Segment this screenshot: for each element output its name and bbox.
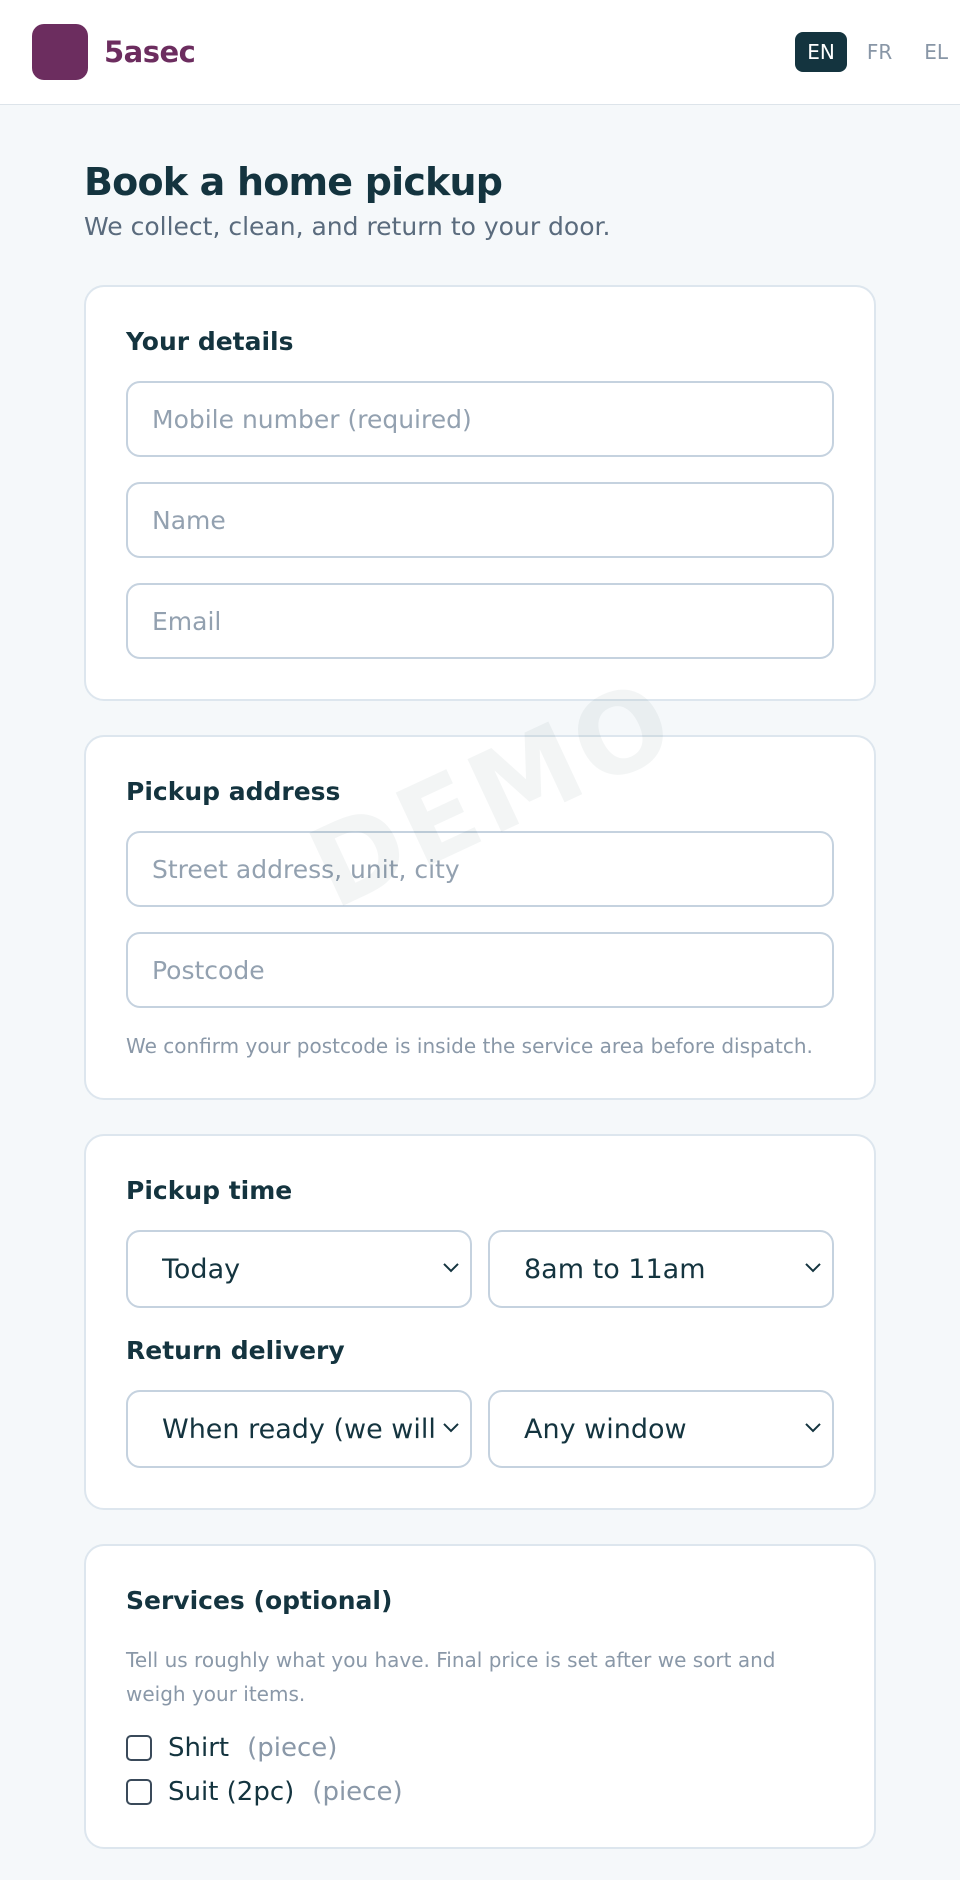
service-unit: (piece) — [312, 1777, 403, 1807]
return-delivery-title: Return delivery — [126, 1336, 345, 1365]
pickup-day-value: Today — [162, 1253, 241, 1285]
services-description: Tell us roughly what you have. Final pri… — [126, 1648, 776, 1706]
lang-el-button[interactable]: EL — [912, 32, 960, 72]
checkbox-icon[interactable] — [126, 1735, 152, 1761]
pickup-time-title: Pickup time — [126, 1176, 293, 1205]
services-card: Services (optional) Tell us roughly what… — [84, 1544, 876, 1849]
service-unit: (piece) — [247, 1733, 338, 1763]
return-window-select[interactable]: Any window — [488, 1390, 834, 1468]
lang-en-button[interactable]: EN — [795, 32, 847, 72]
pickup-day-select[interactable]: Today — [126, 1230, 472, 1308]
brand[interactable]: 5asec — [32, 24, 196, 80]
checkbox-icon[interactable] — [126, 1779, 152, 1805]
service-label: Shirt — [168, 1733, 230, 1763]
postcode-input[interactable] — [126, 932, 834, 1008]
lang-fr-button[interactable]: FR — [855, 32, 904, 72]
chevron-down-icon — [802, 1256, 824, 1279]
details-title: Your details — [126, 327, 294, 356]
pickup-window-value: 8am to 11am — [524, 1253, 706, 1285]
address-title: Pickup address — [126, 777, 341, 806]
postcode-hint: We confirm your postcode is inside the s… — [126, 1034, 813, 1058]
chevron-down-icon — [440, 1416, 462, 1439]
top-bar: 5asec EN FR EL — [0, 0, 960, 105]
language-switcher: EN FR EL — [795, 32, 960, 72]
brand-name: 5asec — [104, 35, 196, 69]
page-subtitle: We collect, clean, and return to your do… — [84, 212, 611, 241]
service-item-shirt[interactable]: Shirt (piece) — [126, 1733, 834, 1763]
chevron-down-icon — [440, 1256, 462, 1279]
return-day-value: When ready (we will text) — [162, 1413, 436, 1445]
booking-form: Book a home pickup We collect, clean, an… — [0, 160, 960, 1849]
chevron-down-icon — [802, 1416, 824, 1439]
mobile-input[interactable] — [126, 381, 834, 457]
brand-logo — [32, 24, 88, 80]
page-title: Book a home pickup — [84, 160, 503, 204]
address-card: Pickup address We confirm your postcode … — [84, 735, 876, 1100]
return-window-value: Any window — [524, 1413, 687, 1445]
return-day-select[interactable]: When ready (we will text) — [126, 1390, 472, 1468]
service-item-suit[interactable]: Suit (2pc) (piece) — [126, 1777, 834, 1807]
details-card: Your details — [84, 285, 876, 701]
service-label: Suit (2pc) — [168, 1777, 295, 1807]
services-title: Services (optional) — [126, 1586, 393, 1615]
pickup-window-select[interactable]: 8am to 11am — [488, 1230, 834, 1308]
time-card: Pickup time Today 8am to 11am Return del… — [84, 1134, 876, 1510]
name-input[interactable] — [126, 482, 834, 558]
email-input[interactable] — [126, 583, 834, 659]
street-input[interactable] — [126, 831, 834, 907]
